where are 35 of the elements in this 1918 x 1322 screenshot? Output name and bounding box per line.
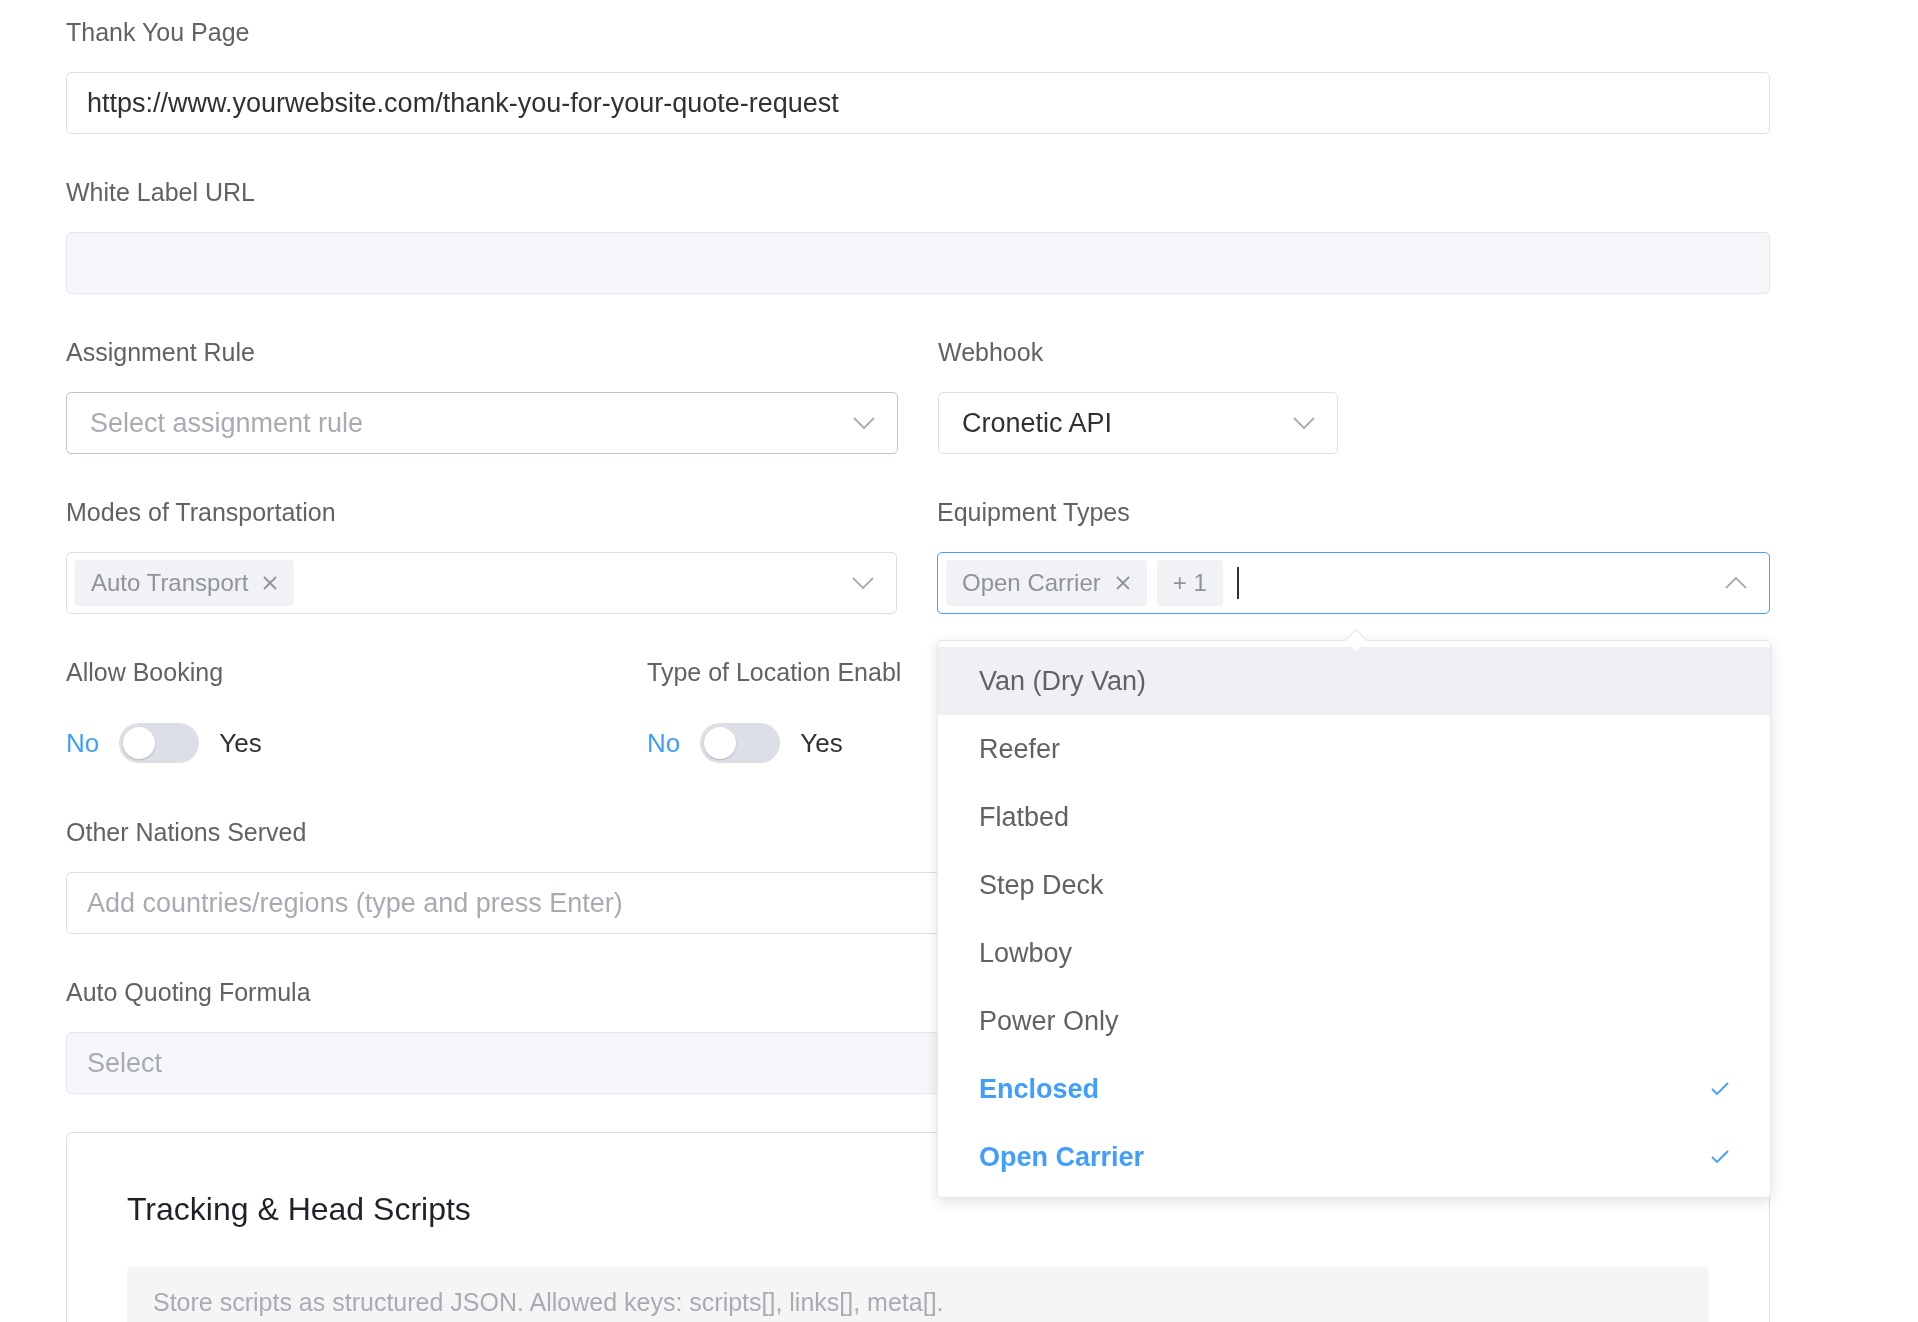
toggle-label: Yes — [800, 726, 843, 760]
toggle-label: No — [66, 726, 100, 760]
chevron-down-icon — [852, 576, 874, 590]
dropdown-option[interactable]: Van (Dry Van) — [938, 647, 1770, 715]
toggle-switch[interactable] — [119, 723, 200, 763]
input-field[interactable]: https://www.yourwebsite.com/thank-you-for-your-quote-request — [66, 72, 1770, 134]
field-label: Equipment Types — [937, 500, 1130, 525]
toggle-label: No — [647, 726, 681, 760]
text-cursor — [1236, 567, 1239, 599]
field-label: Auto Quoting Formula — [66, 980, 311, 1005]
chevron-up-icon — [1725, 576, 1747, 590]
field-label: Other Nations Served — [66, 820, 307, 845]
close-icon[interactable] — [262, 575, 279, 591]
webhook-select[interactable]: Cronetic API — [938, 392, 1338, 454]
tag: Open Carrier — [946, 560, 1147, 606]
dropdown-option[interactable]: Flatbed — [938, 783, 1770, 851]
chevron-down-icon — [853, 416, 875, 430]
dropdown-option[interactable]: Reefer — [938, 715, 1770, 783]
field-label: Assignment Rule — [66, 340, 255, 365]
close-icon[interactable] — [1114, 575, 1131, 591]
field-label: Webhook — [938, 340, 1044, 365]
card-title: Tracking & Head Scripts — [127, 1190, 471, 1229]
field-label: Thank You Page — [66, 20, 250, 45]
tag: Auto Transport — [75, 560, 295, 606]
count-tag: + 1 — [1156, 560, 1223, 606]
check-icon — [1710, 1081, 1730, 1097]
field-label: Modes of Transportation — [66, 500, 336, 525]
code-input-field[interactable]: Store scripts as structured JSON. Allowed keys: scripts[], links[], meta[]. — [127, 1267, 1709, 1322]
toggle-switch[interactable] — [700, 723, 781, 763]
check-icon — [1710, 1149, 1730, 1165]
field-label: Allow Booking — [66, 660, 224, 685]
toggle-label: Yes — [219, 726, 262, 760]
field-label: White Label URL — [66, 180, 255, 205]
chevron-down-icon — [1293, 416, 1315, 430]
field-label: Type of Location Enabl — [647, 660, 902, 685]
